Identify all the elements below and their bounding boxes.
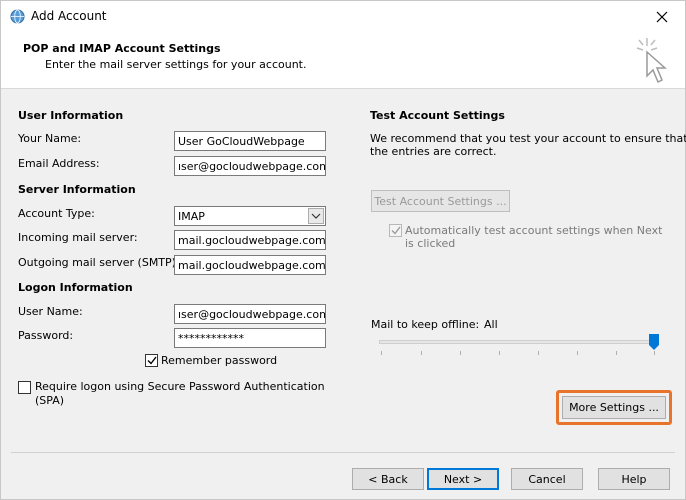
logon-info-heading: Logon Information [18, 281, 133, 294]
checkmark-icon [147, 356, 157, 365]
email-address-label: Email Address: [18, 157, 100, 170]
test-settings-heading: Test Account Settings [370, 109, 505, 122]
your-name-label: Your Name: [18, 132, 82, 145]
account-type-label: Account Type: [18, 207, 95, 220]
title-bar: Add Account [1, 1, 685, 32]
spa-label: Require logon using Secure Password Auth… [35, 380, 325, 393]
incoming-server-label: Incoming mail server: [18, 231, 138, 244]
window-title: Add Account [31, 9, 107, 23]
user-info-heading: User Information [18, 109, 124, 122]
checkmark-icon [391, 226, 401, 235]
dropdown-button[interactable] [308, 208, 324, 224]
slider-tick [499, 351, 500, 355]
close-button[interactable] [639, 1, 685, 32]
more-settings-button[interactable]: More Settings ... [562, 396, 666, 419]
auto-test-checkbox[interactable] [389, 224, 402, 237]
slider-tick [654, 351, 655, 355]
help-button[interactable]: Help [598, 468, 670, 490]
cancel-button[interactable]: Cancel [511, 468, 583, 490]
slider-tick [460, 351, 461, 355]
slider-tick [421, 351, 422, 355]
remember-password-checkbox[interactable] [145, 354, 158, 367]
page-subtitle: Enter the mail server settings for your … [45, 58, 307, 71]
sparkle-cursor-icon [636, 38, 667, 84]
slider-tick [381, 351, 382, 355]
chevron-down-icon [311, 213, 321, 219]
user-name-label: User Name: [18, 305, 83, 318]
server-info-heading: Server Information [18, 183, 136, 196]
offline-value: All [484, 318, 498, 331]
slider-tick [616, 351, 617, 355]
spa-checkbox[interactable] [18, 381, 31, 394]
account-type-select[interactable]: IMAP [174, 206, 326, 226]
spa-label-line2: (SPA) [35, 394, 65, 407]
back-button[interactable]: < Back [352, 468, 424, 490]
add-account-dialog: Add Account POP and IMAP Account Setting… [0, 0, 686, 500]
page-title: POP and IMAP Account Settings [23, 42, 221, 55]
your-name-field[interactable]: User GoCloudWebpage [174, 131, 326, 151]
account-type-value: IMAP [178, 210, 205, 223]
incoming-server-field[interactable]: mail.gocloudwebpage.com [174, 230, 326, 250]
slider-tick [577, 351, 578, 355]
user-name-field[interactable]: ıser@gocloudwebpage.com [174, 304, 326, 324]
dialog-header: POP and IMAP Account Settings Enter the … [1, 32, 685, 89]
auto-test-label-line2: is clicked [405, 237, 456, 250]
slider-tick [538, 351, 539, 355]
password-label: Password: [18, 329, 74, 342]
footer-separator [11, 452, 675, 453]
password-field[interactable]: ************ [174, 328, 326, 348]
remember-password-label: Remember password [161, 354, 278, 367]
test-settings-description: We recommend that you test your account … [370, 132, 686, 145]
auto-test-label: Automatically test account settings when… [405, 224, 663, 237]
offline-label: Mail to keep offline: [371, 318, 480, 331]
offline-slider-thumb[interactable] [649, 334, 659, 350]
test-settings-description-line2: the entries are correct. [370, 145, 497, 158]
close-icon [656, 11, 668, 22]
next-button[interactable]: Next > [427, 468, 499, 490]
outgoing-server-field[interactable]: mail.gocloudwebpage.com [174, 255, 326, 275]
outlook-globe-icon [10, 9, 25, 24]
email-address-field[interactable]: ıser@gocloudwebpage.com [174, 156, 326, 176]
test-account-settings-button[interactable]: Test Account Settings ... [371, 190, 510, 212]
offline-slider-track[interactable] [379, 340, 658, 344]
outgoing-server-label: Outgoing mail server (SMTP): [18, 256, 180, 269]
